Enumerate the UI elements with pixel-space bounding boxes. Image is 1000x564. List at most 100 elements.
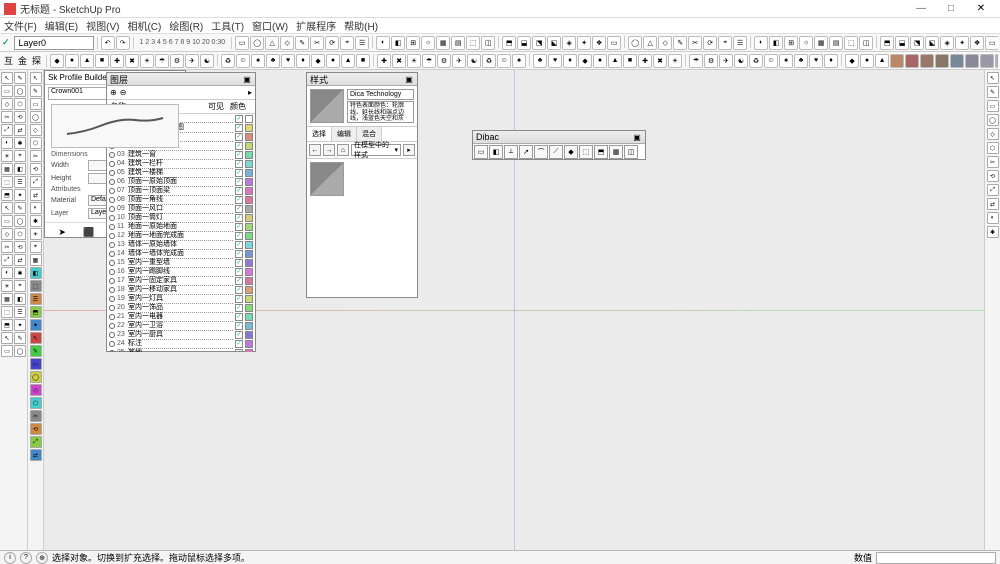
ltool2-29[interactable]: ⇄ bbox=[30, 449, 42, 461]
tb1-btn-13[interactable]: ▦ bbox=[436, 36, 450, 50]
layer-radio[interactable] bbox=[109, 197, 115, 203]
ltool1-11-1[interactable]: ◯ bbox=[14, 215, 26, 227]
style-tab-mix[interactable]: 混合 bbox=[357, 127, 382, 141]
tb2-btn-3[interactable]: ■ bbox=[95, 54, 109, 68]
tb1-btn-30[interactable]: ⟳ bbox=[703, 36, 717, 50]
tb1-btn-24[interactable]: ▭ bbox=[607, 36, 621, 50]
layer-color-swatch[interactable] bbox=[245, 349, 253, 353]
tb1-btn-8[interactable]: ☰ bbox=[355, 36, 369, 50]
rtool-2[interactable]: ▭ bbox=[987, 100, 999, 112]
tb2-btn-6[interactable]: ☀ bbox=[140, 54, 154, 68]
ltool1-9-1[interactable]: ✦ bbox=[14, 189, 26, 201]
tb2-btn-12[interactable]: ☺ bbox=[236, 54, 250, 68]
status-geo-icon[interactable]: ⊕ bbox=[36, 552, 48, 564]
tb2-btn-2[interactable]: ▲ bbox=[80, 54, 94, 68]
tb1-btn-28[interactable]: ✎ bbox=[673, 36, 687, 50]
layer-visibility-checkbox[interactable]: ✓ bbox=[235, 214, 243, 222]
layer-color-swatch[interactable] bbox=[245, 124, 253, 132]
tb2-btn-14[interactable]: ♣ bbox=[266, 54, 280, 68]
tb2-btn-31[interactable]: ♣ bbox=[533, 54, 547, 68]
rtool-4[interactable]: ◇ bbox=[987, 128, 999, 140]
tb2-swatch-7[interactable] bbox=[995, 54, 998, 68]
layer-visibility-checkbox[interactable]: ✓ bbox=[235, 187, 243, 195]
tb1-btn-42[interactable]: ⬓ bbox=[895, 36, 909, 50]
menu-item-5[interactable]: 工具(T) bbox=[211, 18, 244, 33]
dibac-tool-2[interactable]: ⟂ bbox=[504, 145, 518, 159]
tb2-btn-37[interactable]: ■ bbox=[623, 54, 637, 68]
ltool1-17-0[interactable]: ▦ bbox=[1, 293, 13, 305]
tb1-btn-25[interactable]: ◯ bbox=[628, 36, 642, 50]
ltool2-9[interactable]: ⇄ bbox=[30, 189, 42, 201]
tb2-swatch-4[interactable] bbox=[950, 54, 964, 68]
ltool2-16[interactable]: ⬚ bbox=[30, 280, 42, 292]
styles-panel[interactable]: 样式 ▣ Dica Technology 特色表面颜色：轮廓线、延长线和端点边线… bbox=[306, 72, 418, 298]
layer-color-swatch[interactable] bbox=[245, 277, 253, 285]
tb2-btn-46[interactable]: ☺ bbox=[764, 54, 778, 68]
delete-layer-icon[interactable]: ⊖ bbox=[120, 88, 127, 97]
layer-color-swatch[interactable] bbox=[245, 241, 253, 249]
layer-visibility-checkbox[interactable]: ✓ bbox=[235, 124, 243, 132]
layer-color-swatch[interactable] bbox=[245, 133, 253, 141]
tb2-btn-27[interactable]: ☯ bbox=[467, 54, 481, 68]
tb1-btn-29[interactable]: ✂ bbox=[688, 36, 702, 50]
tb1-btn-11[interactable]: ⊞ bbox=[406, 36, 420, 50]
tb2-btn-4[interactable]: ✚ bbox=[110, 54, 124, 68]
layer-visibility-checkbox[interactable]: ✓ bbox=[235, 295, 243, 303]
layer-visibility-checkbox[interactable]: ✓ bbox=[235, 277, 243, 285]
layer-color-swatch[interactable] bbox=[245, 250, 253, 258]
ltool1-5-0[interactable]: ◐ bbox=[1, 137, 13, 149]
layer-radio[interactable] bbox=[109, 233, 115, 239]
menu-item-4[interactable]: 绘图(R) bbox=[169, 18, 203, 33]
tb1-btn-35[interactable]: ⊞ bbox=[784, 36, 798, 50]
tb1-btn-1[interactable]: ◯ bbox=[250, 36, 264, 50]
layer-color-swatch[interactable] bbox=[245, 259, 253, 267]
ltool2-19[interactable]: ✦ bbox=[30, 319, 42, 331]
rtool-7[interactable]: ⟲ bbox=[987, 170, 999, 182]
tb2-btn-48[interactable]: ♣ bbox=[794, 54, 808, 68]
tb1-btn-23[interactable]: ❖ bbox=[592, 36, 606, 50]
ltool1-21-1[interactable]: ◯ bbox=[14, 345, 26, 357]
tb2-swatch-0[interactable] bbox=[890, 54, 904, 68]
layer-radio[interactable] bbox=[109, 179, 115, 185]
value-input[interactable] bbox=[876, 552, 996, 564]
style-nav-home-icon[interactable]: ⌂ bbox=[337, 144, 349, 156]
rtool-5[interactable]: ⬡ bbox=[987, 142, 999, 154]
layer-radio[interactable] bbox=[109, 287, 115, 293]
ltool1-13-1[interactable]: ⟲ bbox=[14, 241, 26, 253]
layer-color-swatch[interactable] bbox=[245, 268, 253, 276]
ltool1-4-1[interactable]: ⇄ bbox=[14, 124, 26, 136]
ltool2-8[interactable]: ⤢ bbox=[30, 176, 42, 188]
tb1-btn-20[interactable]: ⬕ bbox=[547, 36, 561, 50]
tb1-btn-4[interactable]: ✎ bbox=[295, 36, 309, 50]
rtool-8[interactable]: ⤢ bbox=[987, 184, 999, 196]
tb1-btn-3[interactable]: ◇ bbox=[280, 36, 294, 50]
tb2-label-3[interactable]: 探 bbox=[30, 54, 43, 67]
tb2-btn-29[interactable]: ☺ bbox=[497, 54, 511, 68]
tb2-btn-35[interactable]: ● bbox=[593, 54, 607, 68]
tb2-btn-10[interactable]: ☯ bbox=[200, 54, 214, 68]
layer-visibility-checkbox[interactable]: ✓ bbox=[235, 223, 243, 231]
tb2-btn-44[interactable]: ☯ bbox=[734, 54, 748, 68]
layer-color-swatch[interactable] bbox=[245, 331, 253, 339]
tb2-btn-8[interactable]: ⚙ bbox=[170, 54, 184, 68]
tb1-btn-48[interactable]: ▭ bbox=[985, 36, 998, 50]
tb2-btn-18[interactable]: ● bbox=[326, 54, 340, 68]
ltool1-19-0[interactable]: ⬒ bbox=[1, 319, 13, 331]
ltool1-18-1[interactable]: ☰ bbox=[14, 306, 26, 318]
menu-item-6[interactable]: 窗口(W) bbox=[252, 18, 288, 33]
layer-color-swatch[interactable] bbox=[245, 340, 253, 348]
layer-visibility-checkbox[interactable]: ✓ bbox=[235, 196, 243, 204]
status-info-icon[interactable]: i bbox=[4, 552, 16, 564]
layer-visibility-checkbox[interactable]: ✓ bbox=[235, 241, 243, 249]
layers-menu-icon[interactable]: ▸ bbox=[248, 88, 252, 97]
tb1-btn-12[interactable]: ☼ bbox=[421, 36, 435, 50]
ltool1-13-0[interactable]: ✂ bbox=[1, 241, 13, 253]
layer-radio[interactable] bbox=[109, 260, 115, 266]
tb2-btn-30[interactable]: ♠ bbox=[512, 54, 526, 68]
layer-radio[interactable] bbox=[109, 332, 115, 338]
layer-color-swatch[interactable] bbox=[245, 151, 253, 159]
ltool2-6[interactable]: ✂ bbox=[30, 150, 42, 162]
tb1-btn-40[interactable]: ◫ bbox=[859, 36, 873, 50]
layer-visibility-checkbox[interactable]: ✓ bbox=[235, 160, 243, 168]
tb2-btn-33[interactable]: ♦ bbox=[563, 54, 577, 68]
